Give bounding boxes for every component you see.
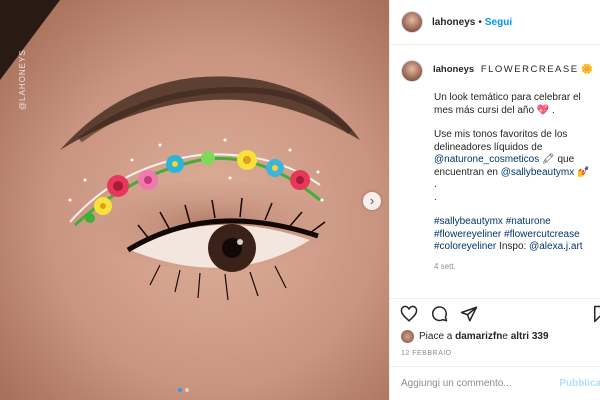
caption-avatar[interactable] [401,60,423,82]
likes-prefix: Piace a [419,331,453,342]
follow-button[interactable]: Segui [485,17,512,28]
caption-dot: . [434,179,437,190]
eye-makeup-illustration [0,0,389,400]
caption-timestamp[interactable]: 4 sett. [434,261,599,274]
liker-avatar[interactable] [401,330,414,343]
comment-input[interactable] [401,378,550,389]
caption-body: Un look temático para celebrar el mes má… [434,92,599,273]
hashtag[interactable]: #sallybeautymx [434,216,503,227]
photo-watermark: @LAHONEYS [18,49,27,110]
post-photo[interactable]: @LAHONEYS › [0,0,389,400]
avatar[interactable] [401,11,423,33]
header-username[interactable]: lahoneys [432,17,475,28]
publish-button[interactable]: Pubblica [559,378,600,389]
hashtag[interactable]: #flowercutcrease [504,229,580,240]
carousel-dot [185,388,189,392]
caption-username[interactable]: lahoneys [433,64,474,75]
header-separator: • [478,16,482,28]
caption-dot: . [434,191,437,203]
chevron-right-icon[interactable]: › [363,192,381,210]
post-date[interactable]: 12 FEBBRAIO [401,350,452,357]
likes-others[interactable]: altri 339 [511,331,549,342]
post-caption: lahoneys FLOWERCREASE 🌼 Un look temático… [401,58,599,273]
action-bar [390,298,600,328]
hashtag[interactable]: #naturone [506,216,551,227]
comment-bar: Pubblica [390,366,600,400]
inspo-label: Inspo: [499,241,530,252]
mention-alexa[interactable]: @alexa.j.art [529,241,583,252]
hashtag[interactable]: #flowereyeliner [434,229,501,240]
caption-line: Un look temático para celebrar el mes má… [434,92,581,116]
caption-title: lahoneys FLOWERCREASE 🌼 [433,58,595,77]
liker-username[interactable]: damarizfn [455,331,502,342]
hashtag[interactable]: #coloreyeliner [434,241,496,252]
caption-text: Use mis tonos favoritos de los delineado… [434,129,568,153]
hashtags: #sallybeautymx #naturone #flowereyeliner… [434,216,599,254]
caption-paragraph: Use mis tonos favoritos de los delineado… [434,129,599,179]
bookmark-icon[interactable] [591,305,600,323]
post-header: lahoneys • Segui [390,0,600,45]
caption-text: 💅 [574,166,590,178]
heart-icon[interactable] [400,305,418,323]
caption-title-emoji: 🌼 [581,64,595,75]
likes-row: Piace a damarizfn e altri 339 [401,330,549,343]
post-side-panel: lahoneys • Segui lahoneys FLOWERCREASE 🌼… [389,0,600,400]
carousel-dots [178,388,189,392]
caption-title-text: FLOWERCREASE [480,64,579,75]
mention-naturone[interactable]: @naturone_cosmeticos [434,154,539,165]
carousel-dot-active [178,388,182,392]
comment-icon[interactable] [430,305,448,323]
likes-middle: e [502,331,508,342]
mention-sallybeauty[interactable]: @sallybeautymx [501,167,575,178]
share-icon[interactable] [460,305,478,323]
